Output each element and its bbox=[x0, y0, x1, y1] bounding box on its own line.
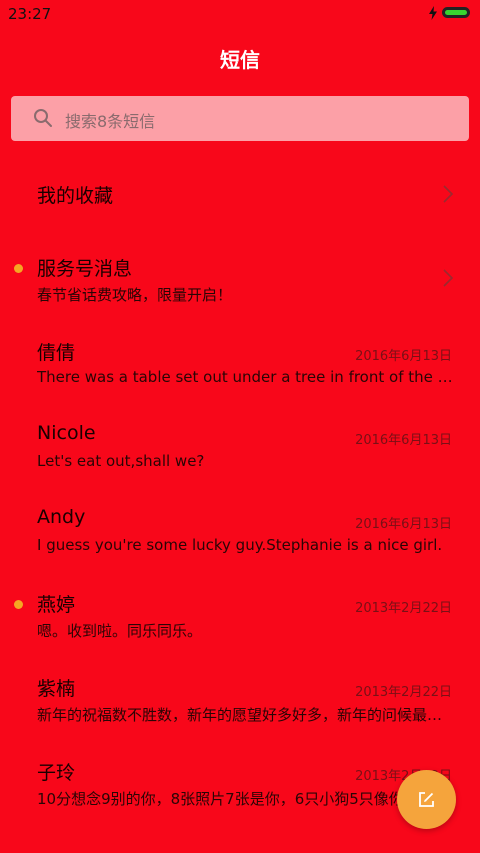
conversation-date: 2013年2月22日 bbox=[355, 685, 452, 700]
favorites-row[interactable]: 我的收藏 bbox=[0, 181, 480, 265]
conversation-name: 燕婷 bbox=[37, 594, 76, 616]
compose-button[interactable] bbox=[397, 770, 456, 829]
status-time: 23:27 bbox=[8, 5, 52, 23]
conversation-preview: Let's eat out,shall we? bbox=[37, 452, 205, 470]
unread-dot bbox=[14, 264, 23, 273]
status-bar: 23:27 bbox=[0, 0, 480, 28]
conversation-row[interactable]: 紫楠 2013年2月22日 新年的祝福数不胜数，新年的愿望好多好多，新年的问候最… bbox=[0, 674, 480, 758]
conversation-preview: There was a table set out under a tree i… bbox=[37, 368, 455, 386]
conversation-preview: 嗯。收到啦。同乐同乐。 bbox=[37, 622, 203, 640]
compose-icon bbox=[419, 792, 434, 807]
charging-bolt-icon bbox=[429, 6, 437, 20]
conversation-name: Andy bbox=[37, 506, 86, 528]
conversation-name: 子玲 bbox=[37, 762, 76, 784]
conversation-date: 2016年6月13日 bbox=[355, 433, 452, 448]
conversation-row[interactable]: 倩倩 2016年6月13日 There was a table set out … bbox=[0, 338, 480, 422]
favorites-label: 我的收藏 bbox=[37, 185, 114, 207]
conversation-row[interactable]: Andy 2016年6月13日 I guess you're some luck… bbox=[0, 506, 480, 590]
conversation-date: 2016年6月13日 bbox=[355, 349, 452, 364]
search-input[interactable]: 搜索8条短信 bbox=[11, 96, 469, 141]
conversation-date: 2016年6月13日 bbox=[355, 517, 452, 532]
conversation-date: 2013年2月22日 bbox=[355, 601, 452, 616]
battery-icon bbox=[442, 7, 470, 18]
conversation-name: 紫楠 bbox=[37, 678, 76, 700]
conversation-name: 服务号消息 bbox=[37, 258, 133, 280]
search-placeholder: 搜索8条短信 bbox=[65, 112, 156, 131]
battery-level bbox=[445, 10, 467, 15]
page-title: 短信 bbox=[220, 48, 260, 72]
service-messages-row[interactable]: 服务号消息 春节省话费攻略，限量开启！ bbox=[0, 254, 480, 338]
conversation-preview: I guess you're some lucky guy.Stephanie … bbox=[37, 536, 443, 554]
conversation-preview: 春节省话费攻略，限量开启！ bbox=[37, 286, 233, 304]
chevron-right-icon bbox=[443, 269, 454, 287]
conversation-name: 倩倩 bbox=[37, 342, 76, 364]
conversation-preview: 新年的祝福数不胜数，新年的愿望好多好多，新年的问候最为珍贵 bbox=[37, 706, 455, 724]
conversation-name: Nicole bbox=[37, 422, 96, 444]
conversation-row[interactable]: 燕婷 2013年2月22日 嗯。收到啦。同乐同乐。 bbox=[0, 590, 480, 674]
chevron-right-icon bbox=[443, 185, 454, 203]
unread-dot bbox=[14, 600, 23, 609]
conversation-row[interactable]: Nicole 2016年6月13日 Let's eat out,shall we… bbox=[0, 422, 480, 506]
conversation-preview: 10分想念9别的你，8张照片7张是你，6只小狗5只像你 bbox=[37, 790, 404, 808]
search-icon bbox=[34, 109, 52, 127]
